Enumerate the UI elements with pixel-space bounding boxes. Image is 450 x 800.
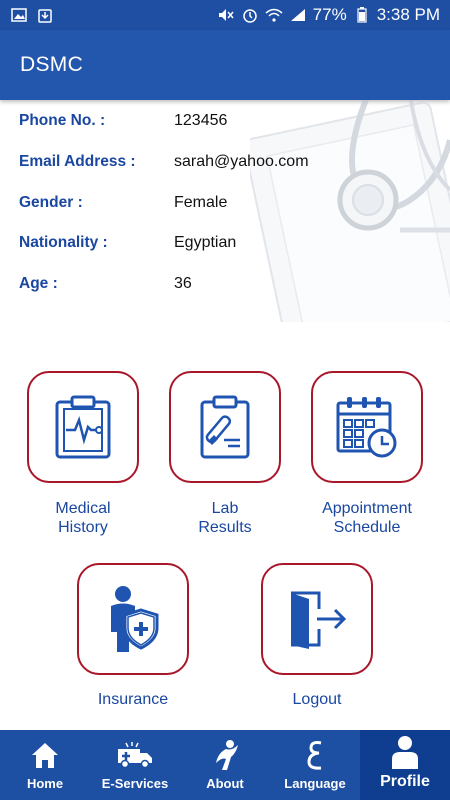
phone-row: Phone No. : 123456 [19,110,227,132]
nationality-row: Nationality : Egyptian [19,232,236,254]
stethoscope-background-image [250,100,450,322]
nav-language[interactable]: Language [270,730,360,800]
phone-value: 123456 [174,112,228,129]
clock: 3:38 PM [376,5,440,24]
phone-label: Phone No. : [19,112,106,129]
gallery-notification-icon [10,7,28,23]
gender-value: Female [174,194,228,211]
nav-profile-label: Profile [380,773,430,790]
email-value: sarah@yahoo.com [174,153,309,170]
lab-results-button[interactable] [169,371,281,483]
gender-label: Gender : [19,194,83,211]
battery-percent: 77% [312,5,347,24]
nav-language-label: Language [284,776,346,791]
insurance-label: Insurance [97,691,169,708]
insurance-button[interactable] [77,563,189,675]
appointment-schedule-label-line2: Schedule [333,519,401,536]
logout-button[interactable] [261,563,373,675]
nav-home-label: Home [26,776,64,791]
battery-icon [353,7,371,23]
bottom-nav: Home E-Services About Language Profile [0,730,450,800]
signal-icon [289,7,307,23]
nationality-label: Nationality : [19,234,108,251]
status-bar: 77% 3:38 PM [0,0,450,30]
nav-e-services-label: E-Services [101,776,169,791]
medical-history-label-line2: History [58,519,108,536]
wifi-icon [265,7,283,23]
download-notification-icon [36,7,54,23]
nav-e-services[interactable]: E-Services [90,730,180,800]
arabic-letter-icon [303,738,327,772]
home-icon [30,738,60,772]
age-row: Age : 36 [19,273,192,295]
nationality-value: Egyptian [174,234,237,251]
clipboard-test-tube-icon [200,395,250,459]
age-value: 36 [174,275,192,292]
medical-history-label-line1: Medical [55,500,111,517]
lab-results-label-line2: Results [198,519,252,536]
person-shield-icon [111,586,159,652]
nav-home[interactable]: Home [0,730,90,800]
alarm-icon [241,7,259,23]
appointment-schedule-label-line1: Appointment [322,500,412,517]
lab-results-label: Lab Results [150,499,300,537]
gender-row: Gender : Female [19,192,227,214]
email-label: Email Address : [19,153,136,170]
logo-figure-icon [210,738,240,772]
profile-info-section: Phone No. : 123456 Email Address : sarah… [0,100,450,322]
medical-history-button[interactable] [27,371,139,483]
email-row: Email Address : sarah@yahoo.com [19,151,309,173]
mute-icon [217,7,235,23]
app-bar: DSMC [0,30,450,100]
door-exit-icon [291,591,347,649]
notification-icons [10,7,54,23]
age-label: Age : [19,275,58,292]
clipboard-heartbeat-icon [55,395,111,459]
system-status: 77% 3:38 PM [217,5,440,25]
appointment-schedule-label: Appointment Schedule [292,499,442,537]
nav-about-label: About [206,776,244,791]
ambulance-icon [116,738,154,772]
calendar-clock-icon [336,397,397,458]
appointment-schedule-button[interactable] [311,371,423,483]
logout-label: Logout [292,691,342,708]
medical-history-label: Medical History [8,499,158,537]
nav-profile[interactable]: Profile [360,730,450,800]
lab-results-label-line1: Lab [211,500,239,517]
nav-about[interactable]: About [180,730,270,800]
person-icon [390,735,420,769]
app-title: DSMC [20,53,84,76]
